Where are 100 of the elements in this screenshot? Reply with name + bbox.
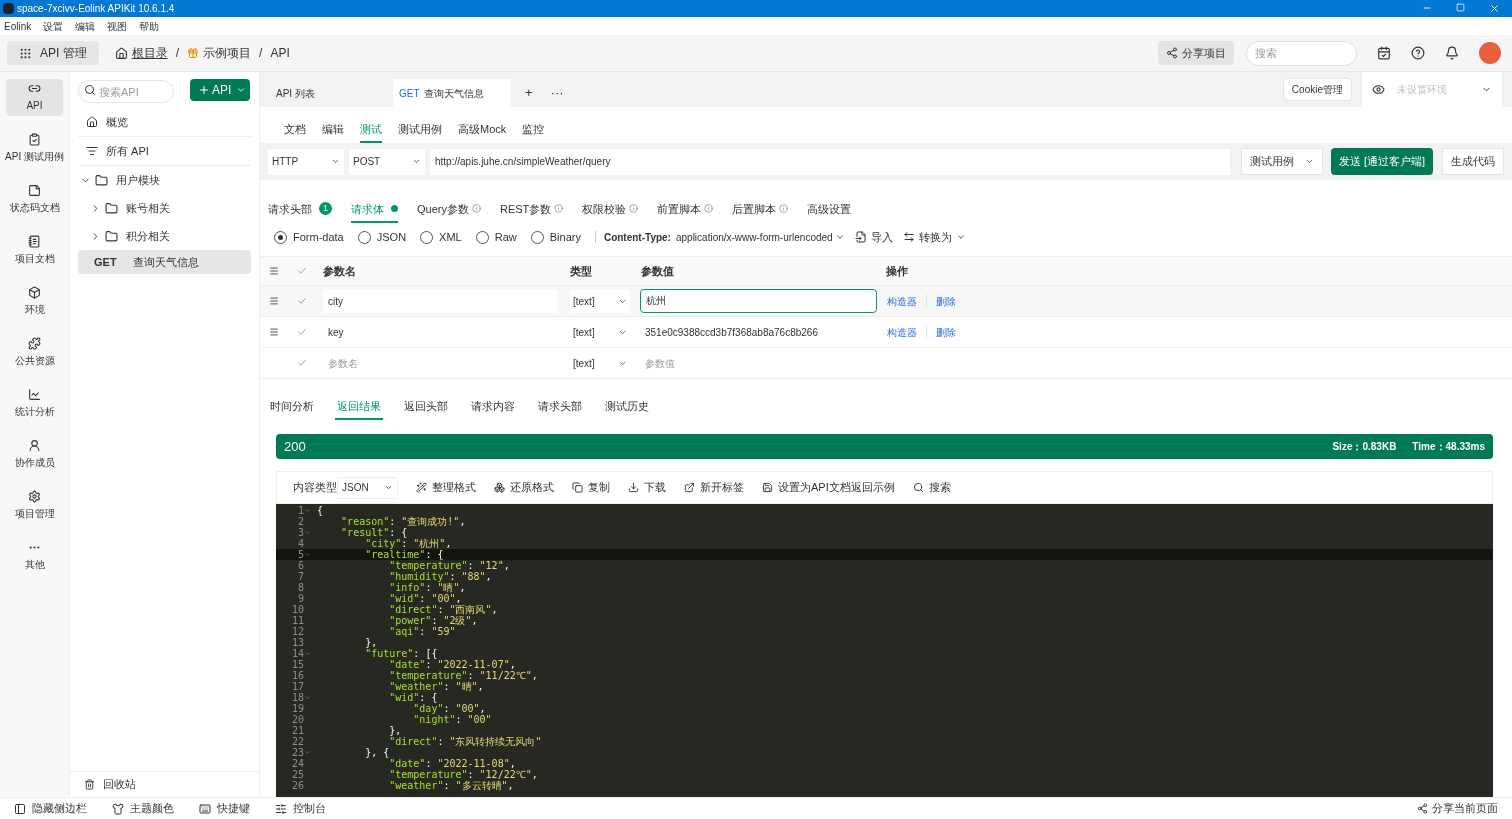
add-api-button[interactable]: API bbox=[190, 79, 250, 101]
format-radio[interactable]: Form-data bbox=[274, 228, 344, 246]
close-icon[interactable] bbox=[1489, 3, 1500, 14]
import-button[interactable]: 导入 bbox=[854, 228, 893, 246]
rail-item[interactable]: 项目文档 bbox=[6, 232, 63, 269]
api-item[interactable]: GET 查询天气信息 bbox=[78, 250, 251, 274]
convert-button[interactable]: 转换为 bbox=[902, 228, 966, 246]
toolbar-button[interactable]: 下载 bbox=[628, 479, 666, 496]
sub-tab[interactable]: 文档 bbox=[284, 120, 306, 143]
avatar[interactable] bbox=[1479, 42, 1501, 64]
param-value-field[interactable]: 杭州 bbox=[640, 289, 877, 313]
search-field[interactable]: 搜索 bbox=[1246, 40, 1357, 66]
body-tab[interactable]: 高级设置 bbox=[807, 200, 852, 223]
rail-item[interactable]: 环境 bbox=[6, 283, 63, 320]
type-select[interactable]: [text] bbox=[570, 289, 630, 313]
rail-item[interactable]: 统计分析 bbox=[6, 385, 63, 422]
result-tab[interactable]: 请求内容 bbox=[469, 397, 517, 420]
content-type-select[interactable]: JSON bbox=[337, 476, 398, 499]
fold-icon[interactable] bbox=[304, 507, 311, 514]
folder-item[interactable]: 账号相关 bbox=[78, 194, 251, 222]
url-field[interactable]: http://apis.juhe.cn/simpleWeather/query bbox=[430, 148, 1230, 175]
cookie-button[interactable]: Cookie管理 bbox=[1282, 78, 1352, 101]
help-icon[interactable] bbox=[1411, 46, 1425, 60]
menu-item[interactable]: 帮助 bbox=[139, 18, 160, 34]
code-editor[interactable] bbox=[276, 504, 1493, 797]
check-icon[interactable] bbox=[297, 266, 307, 276]
generate-code-button[interactable]: 生成代码 bbox=[1442, 148, 1504, 175]
format-radio[interactable]: XML bbox=[420, 228, 462, 246]
body-tab[interactable]: REST参数 bbox=[499, 200, 564, 223]
menu-item[interactable]: 编辑 bbox=[75, 18, 96, 34]
toolbar-button[interactable]: 还原格式 bbox=[494, 479, 554, 496]
send-button[interactable]: 发送 [通过客户端] bbox=[1330, 148, 1433, 175]
trash-item[interactable]: 回收站 bbox=[70, 771, 259, 797]
fold-icon[interactable] bbox=[304, 529, 311, 536]
param-name-field[interactable]: key bbox=[323, 320, 558, 344]
toolbar-button[interactable]: 新开标签 bbox=[684, 479, 744, 496]
calendar-check-icon[interactable] bbox=[1377, 46, 1391, 60]
menu-item[interactable]: Eolink bbox=[4, 18, 32, 34]
param-value-field[interactable]: 参数值 bbox=[640, 351, 877, 375]
toolbar-button[interactable]: 整理格式 bbox=[416, 479, 476, 496]
document-tab[interactable]: GET 查询天气信息 bbox=[393, 79, 511, 107]
body-tab[interactable]: 前置脚本 bbox=[657, 200, 714, 223]
document-tab[interactable]: API 列表 bbox=[270, 79, 388, 107]
action-link[interactable]: 删除 bbox=[936, 293, 956, 309]
drag-handle-icon[interactable] bbox=[268, 266, 279, 276]
bottom-bar-button[interactable]: 控制台 bbox=[275, 800, 326, 817]
fold-icon[interactable] bbox=[304, 749, 311, 756]
fold-icon[interactable] bbox=[304, 650, 311, 657]
result-tab[interactable]: 返回头部 bbox=[402, 397, 450, 420]
param-name-field[interactable]: city bbox=[323, 289, 558, 313]
rail-item[interactable]: 状态码文档 bbox=[6, 181, 63, 218]
sidebar-search-field[interactable]: 搜索API bbox=[78, 80, 174, 103]
protocol-select[interactable]: HTTP bbox=[268, 148, 344, 175]
rail-item[interactable]: API 测试用例 bbox=[6, 130, 63, 167]
body-tab[interactable]: 请求体 bbox=[351, 200, 398, 223]
share-page-button[interactable]: 分享当前页面 bbox=[1417, 800, 1498, 817]
sidebar-item[interactable]: 概览 bbox=[78, 108, 251, 137]
more-tabs-button[interactable]: ··· bbox=[541, 79, 573, 107]
content-type-select[interactable]: application/x-www-form-urlencoded bbox=[675, 229, 845, 245]
sidebar-item[interactable]: 所有 API bbox=[78, 137, 251, 166]
bottom-bar-button[interactable]: 快捷键 bbox=[199, 800, 250, 817]
result-tab[interactable]: 测试历史 bbox=[603, 397, 651, 420]
bottom-bar-button[interactable]: 主题颜色 bbox=[112, 800, 174, 817]
add-tab-button[interactable]: + bbox=[516, 79, 542, 107]
folder-item[interactable]: 积分相关 bbox=[78, 222, 251, 250]
rail-item[interactable]: 其他 bbox=[6, 538, 63, 575]
share-button[interactable]: 分享项目 bbox=[1158, 41, 1234, 65]
rail-item[interactable]: 协作成员 bbox=[6, 436, 63, 473]
result-tab[interactable]: 返回结果 bbox=[335, 397, 383, 420]
menu-item[interactable]: 视图 bbox=[107, 18, 128, 34]
folder-item[interactable]: 用户模块 bbox=[78, 166, 251, 194]
body-tab[interactable]: 请求头部 1 bbox=[268, 200, 332, 223]
sub-tab[interactable]: 高级Mock bbox=[458, 120, 507, 143]
sub-tab[interactable]: 编辑 bbox=[322, 120, 344, 143]
format-radio[interactable]: JSON bbox=[357, 228, 407, 246]
format-radio[interactable]: Raw bbox=[475, 228, 517, 246]
module-button[interactable]: API 管理 bbox=[7, 41, 99, 65]
sub-tab[interactable]: 测试用例 bbox=[398, 120, 442, 143]
drag-handle-icon[interactable] bbox=[268, 327, 279, 337]
drag-handle-icon[interactable] bbox=[268, 296, 279, 306]
sub-tab[interactable]: 监控 bbox=[522, 120, 545, 143]
fold-icon[interactable] bbox=[304, 551, 311, 558]
test-case-select[interactable]: 测试用例 bbox=[1240, 148, 1323, 175]
action-link[interactable]: 构造器 bbox=[887, 324, 917, 340]
rail-item[interactable]: API bbox=[6, 79, 63, 116]
toolbar-button[interactable]: 复制 bbox=[572, 479, 610, 496]
bottom-bar-button[interactable]: 隐藏侧边栏 bbox=[14, 800, 87, 817]
breadcrumb-link[interactable]: 根目录 bbox=[131, 44, 168, 62]
bell-icon[interactable] bbox=[1445, 46, 1459, 60]
fold-icon[interactable] bbox=[304, 694, 311, 701]
toolbar-button[interactable]: 搜索 bbox=[912, 479, 951, 496]
format-radio[interactable]: Binary bbox=[530, 228, 581, 246]
param-name-field[interactable]: 参数名 bbox=[323, 351, 558, 375]
rail-item[interactable]: 公共资源 bbox=[6, 334, 63, 371]
menu-item[interactable]: 设置 bbox=[43, 18, 64, 34]
result-tab[interactable]: 时间分析 bbox=[268, 397, 316, 420]
toolbar-button[interactable]: 设置为API文档返回示例 bbox=[762, 479, 895, 496]
body-tab[interactable]: Query参数 bbox=[417, 200, 481, 223]
maximize-icon[interactable] bbox=[1456, 3, 1465, 12]
breadcrumb-item[interactable]: 示例项目 bbox=[203, 44, 252, 62]
